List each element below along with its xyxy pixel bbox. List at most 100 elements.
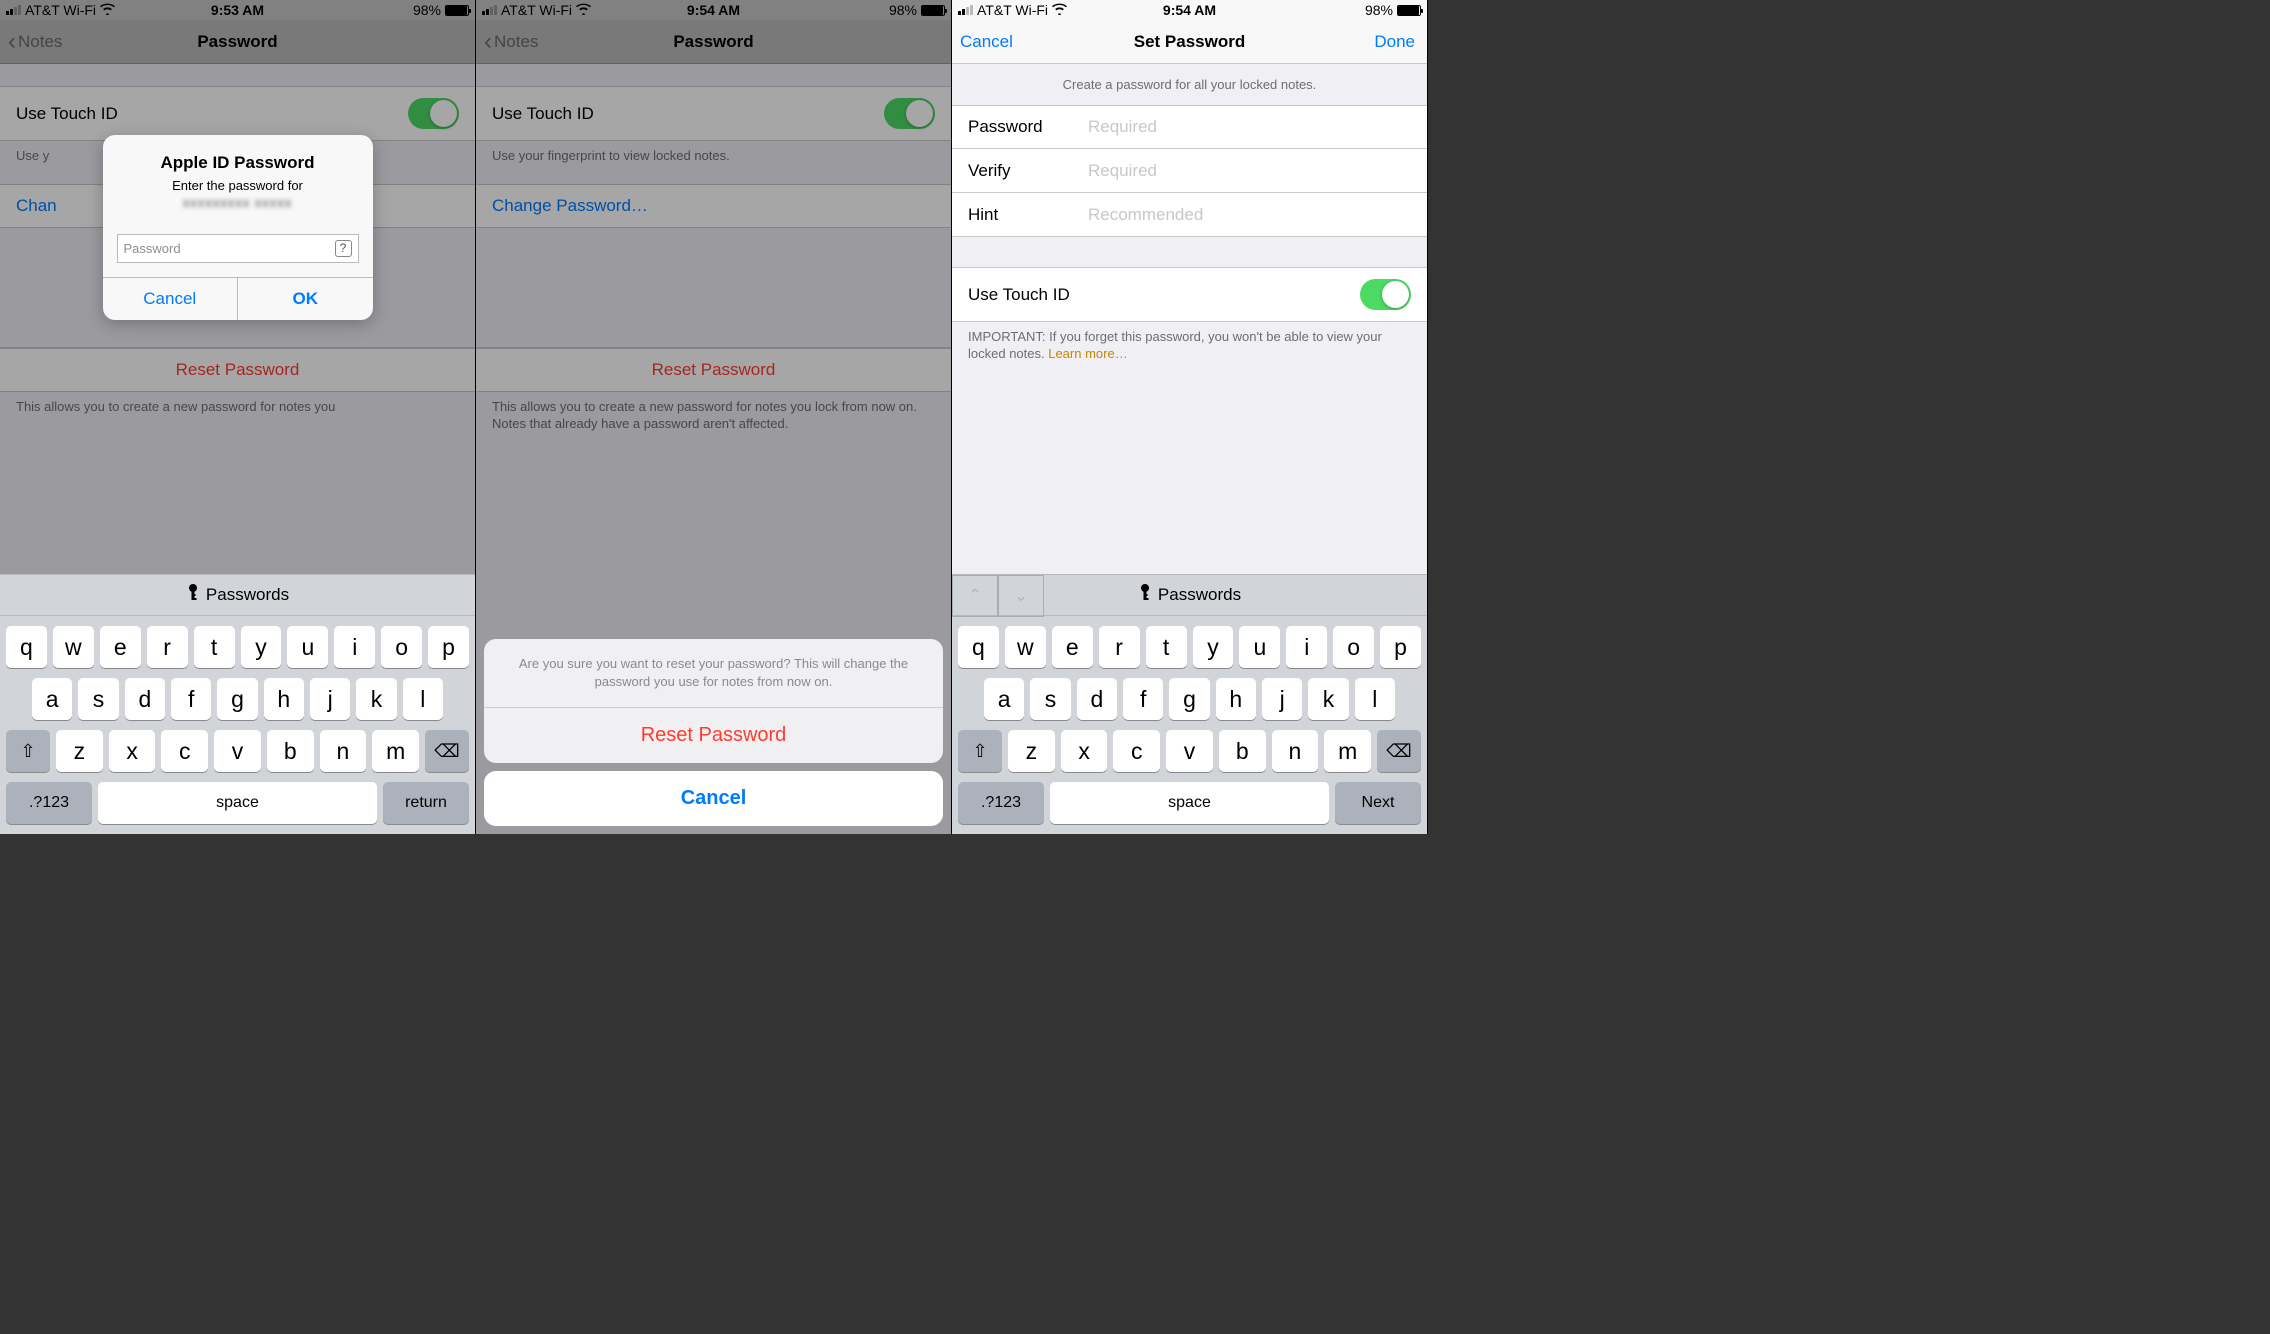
key-backspace[interactable]: ⌫: [1377, 730, 1421, 772]
kb-prev-field-button[interactable]: ⌃: [952, 575, 998, 617]
key-c[interactable]: c: [1113, 730, 1160, 772]
key-s[interactable]: s: [78, 678, 118, 720]
key-q[interactable]: q: [958, 626, 999, 668]
passwords-autofill-label: Passwords: [206, 585, 289, 605]
keyboard-autofill-bar[interactable]: ⌃ ⌄ Passwords: [952, 574, 1427, 616]
key-t[interactable]: t: [1146, 626, 1187, 668]
learn-more-link[interactable]: Learn more…: [1048, 346, 1127, 361]
key-p[interactable]: p: [1380, 626, 1421, 668]
cancel-button[interactable]: Cancel: [960, 20, 1013, 64]
done-button[interactable]: Done: [1374, 20, 1415, 64]
key-123[interactable]: .?123: [6, 782, 92, 824]
key-i[interactable]: i: [334, 626, 375, 668]
key-u[interactable]: u: [1239, 626, 1280, 668]
key-j[interactable]: j: [310, 678, 350, 720]
important-footer: IMPORTANT: If you forget this password, …: [952, 322, 1427, 370]
verify-field-row[interactable]: Verify Required: [952, 149, 1427, 193]
hint-placeholder: Recommended: [1088, 205, 1203, 225]
key-a[interactable]: a: [984, 678, 1024, 720]
chevron-down-icon: ⌄: [1014, 586, 1028, 606]
kb-next-field-button[interactable]: ⌄: [998, 575, 1044, 617]
keyboard[interactable]: Passwords qwertyuiop asdfghjkl ⇧ zxcvbnm…: [0, 574, 475, 834]
key-f[interactable]: f: [171, 678, 211, 720]
key-z[interactable]: z: [56, 730, 103, 772]
key-t[interactable]: t: [194, 626, 235, 668]
key-backspace[interactable]: ⌫: [425, 730, 469, 772]
key-u[interactable]: u: [287, 626, 328, 668]
key-p[interactable]: p: [428, 626, 469, 668]
key-space[interactable]: space: [98, 782, 377, 824]
sheet-reset-button[interactable]: Reset Password: [484, 708, 943, 763]
key-l[interactable]: l: [403, 678, 443, 720]
alert-password-input[interactable]: Password ?: [117, 234, 359, 263]
key-d[interactable]: d: [125, 678, 165, 720]
touchid-toggle[interactable]: [1360, 279, 1411, 310]
keyboard-autofill-bar[interactable]: Passwords: [0, 574, 475, 616]
key-next[interactable]: Next: [1335, 782, 1421, 824]
key-w[interactable]: w: [53, 626, 94, 668]
chevron-up-icon: ⌃: [968, 586, 982, 606]
sheet-cancel-button[interactable]: Cancel: [484, 771, 943, 826]
key-n[interactable]: n: [1272, 730, 1319, 772]
alert-cancel-button[interactable]: Cancel: [103, 278, 239, 320]
battery-icon: [1397, 5, 1421, 16]
key-z[interactable]: z: [1008, 730, 1055, 772]
key-shift[interactable]: ⇧: [958, 730, 1002, 772]
key-c[interactable]: c: [161, 730, 208, 772]
key-x[interactable]: x: [109, 730, 156, 772]
key-w[interactable]: w: [1005, 626, 1046, 668]
key-o[interactable]: o: [381, 626, 422, 668]
alert-placeholder: Password: [124, 241, 181, 256]
key-f[interactable]: f: [1123, 678, 1163, 720]
hint-field-row[interactable]: Hint Recommended: [952, 193, 1427, 237]
key-m[interactable]: m: [372, 730, 419, 772]
alert-appleid-redacted: xxxxxxxxx xxxxx: [119, 195, 357, 210]
key-b[interactable]: b: [267, 730, 314, 772]
key-s[interactable]: s: [1030, 678, 1070, 720]
password-field-row[interactable]: Password Required: [952, 105, 1427, 149]
password-hint-icon[interactable]: ?: [335, 240, 352, 257]
passwords-autofill-label: Passwords: [1158, 585, 1241, 605]
key-r[interactable]: r: [1099, 626, 1140, 668]
key-123[interactable]: .?123: [958, 782, 1044, 824]
alert-ok-button[interactable]: OK: [238, 278, 373, 320]
hint-label: Hint: [968, 205, 1088, 225]
key-shift[interactable]: ⇧: [6, 730, 50, 772]
key-m[interactable]: m: [1324, 730, 1371, 772]
backspace-icon: ⌫: [434, 741, 459, 762]
key-v[interactable]: v: [214, 730, 261, 772]
key-b[interactable]: b: [1219, 730, 1266, 772]
key-a[interactable]: a: [32, 678, 72, 720]
key-v[interactable]: v: [1166, 730, 1213, 772]
kb-row-3: ⇧ zxcvbnm ⌫: [6, 730, 469, 772]
kb-row-1: qwertyuiop: [6, 626, 469, 668]
key-e[interactable]: e: [1052, 626, 1093, 668]
key-n[interactable]: n: [320, 730, 367, 772]
keyboard[interactable]: ⌃ ⌄ Passwords qwertyuiop asdfghjkl ⇧ zxc…: [952, 574, 1427, 834]
nav-bar: Cancel Set Password Done: [952, 20, 1427, 64]
key-y[interactable]: y: [1193, 626, 1234, 668]
screen-1-appleid-prompt: AT&T Wi-Fi 9:53 AM 98% ‹Notes Password U…: [0, 0, 476, 834]
key-g[interactable]: g: [1169, 678, 1209, 720]
key-l[interactable]: l: [1355, 678, 1395, 720]
key-j[interactable]: j: [1262, 678, 1302, 720]
touchid-label: Use Touch ID: [968, 285, 1070, 305]
key-d[interactable]: d: [1077, 678, 1117, 720]
key-g[interactable]: g: [217, 678, 257, 720]
key-space[interactable]: space: [1050, 782, 1329, 824]
key-o[interactable]: o: [1333, 626, 1374, 668]
kb-row-4: .?123 space return: [6, 782, 469, 824]
key-x[interactable]: x: [1061, 730, 1108, 772]
key-return[interactable]: return: [383, 782, 469, 824]
key-y[interactable]: y: [241, 626, 282, 668]
key-k[interactable]: k: [1308, 678, 1348, 720]
key-e[interactable]: e: [100, 626, 141, 668]
key-h[interactable]: h: [264, 678, 304, 720]
key-k[interactable]: k: [356, 678, 396, 720]
important-text: IMPORTANT: If you forget this password, …: [968, 329, 1382, 361]
key-h[interactable]: h: [1216, 678, 1256, 720]
key-i[interactable]: i: [1286, 626, 1327, 668]
key-q[interactable]: q: [6, 626, 47, 668]
nav-title: Set Password: [1134, 32, 1246, 52]
key-r[interactable]: r: [147, 626, 188, 668]
